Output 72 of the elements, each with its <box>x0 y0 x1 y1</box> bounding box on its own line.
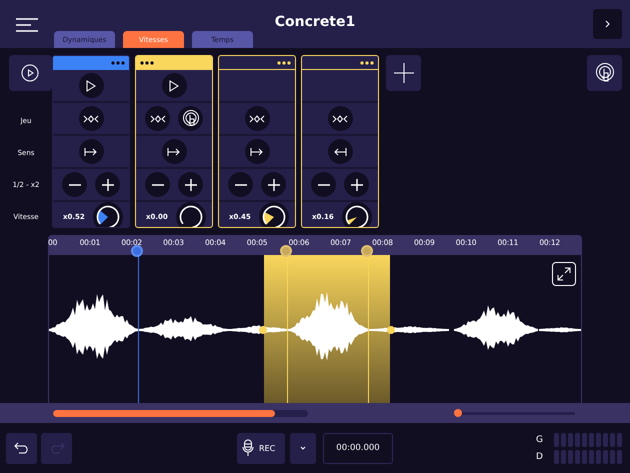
arrow-icon <box>167 146 181 156</box>
play-icon <box>86 80 96 92</box>
plus-icon <box>102 178 114 190</box>
selection-handle[interactable] <box>387 326 395 334</box>
plus-icon <box>268 178 280 190</box>
undo-button[interactable] <box>6 432 37 464</box>
direction-button[interactable] <box>328 139 352 164</box>
touch-icon <box>594 63 614 83</box>
minus-button[interactable] <box>62 172 87 197</box>
arrow-icon <box>250 146 264 156</box>
minus-icon <box>234 184 246 186</box>
minus-icon <box>318 184 330 186</box>
add-button[interactable] <box>386 55 421 91</box>
speed-knob[interactable] <box>342 202 372 227</box>
plus-button[interactable] <box>344 172 369 197</box>
level-meter <box>554 450 622 464</box>
speed-knob[interactable] <box>176 202 206 227</box>
redo-icon <box>48 442 64 454</box>
play-button[interactable] <box>8 55 52 91</box>
expand-icon <box>557 267 571 281</box>
more-icon[interactable] <box>140 60 154 64</box>
record-button[interactable]: REC <box>237 432 285 464</box>
microphone-icon <box>242 439 254 457</box>
plus-icon <box>350 178 362 190</box>
direction-button[interactable] <box>244 139 270 164</box>
loop-icon <box>332 114 348 122</box>
plus-button[interactable] <box>261 172 286 197</box>
channel-label: G <box>536 434 544 444</box>
minus-button[interactable] <box>145 172 170 197</box>
level-meter <box>554 432 622 446</box>
minus-button[interactable] <box>228 172 253 197</box>
channel-label: D <box>536 452 544 462</box>
chevron-icon <box>300 446 306 450</box>
speed-knob[interactable] <box>259 202 289 227</box>
direction-button[interactable] <box>162 139 186 164</box>
minus-icon <box>152 184 164 186</box>
play-icon <box>169 80 179 92</box>
loop-button[interactable] <box>145 106 170 131</box>
playhead-handle[interactable] <box>131 245 143 257</box>
expand-button[interactable] <box>552 262 576 286</box>
loop-icon <box>83 114 99 122</box>
plus-icon <box>184 178 196 190</box>
plus-button[interactable] <box>178 172 203 197</box>
loop-icon <box>249 114 265 122</box>
plus-button[interactable] <box>95 172 120 197</box>
touch-icon <box>182 110 200 128</box>
speed-knob[interactable] <box>93 202 123 227</box>
touch-button[interactable] <box>178 106 203 131</box>
minus-button[interactable] <box>311 172 336 197</box>
plus-icon <box>394 63 414 83</box>
play-button[interactable] <box>162 73 186 98</box>
play-icon <box>21 64 39 82</box>
project-title: Concrete1 <box>274 14 356 30</box>
loop-button[interactable] <box>244 106 270 131</box>
more-icon[interactable] <box>277 60 291 64</box>
loop-icon <box>150 114 166 122</box>
zoom-thumb[interactable] <box>454 409 462 417</box>
time-display: 00:00.000 <box>323 432 393 464</box>
menu-icon[interactable] <box>15 18 41 32</box>
touch-button[interactable] <box>587 55 622 91</box>
card-header[interactable] <box>136 56 212 70</box>
card-header[interactable] <box>53 56 129 70</box>
undo-icon <box>14 442 30 454</box>
more-icon[interactable] <box>360 60 374 64</box>
minus-icon <box>68 184 80 186</box>
direction-button[interactable] <box>78 139 104 164</box>
play-button[interactable] <box>78 73 104 98</box>
arrow-icon <box>333 146 347 156</box>
chevron-icon <box>604 20 610 28</box>
arrow-icon <box>84 146 98 156</box>
loop-button[interactable] <box>78 106 104 131</box>
loop-button[interactable] <box>328 106 352 131</box>
